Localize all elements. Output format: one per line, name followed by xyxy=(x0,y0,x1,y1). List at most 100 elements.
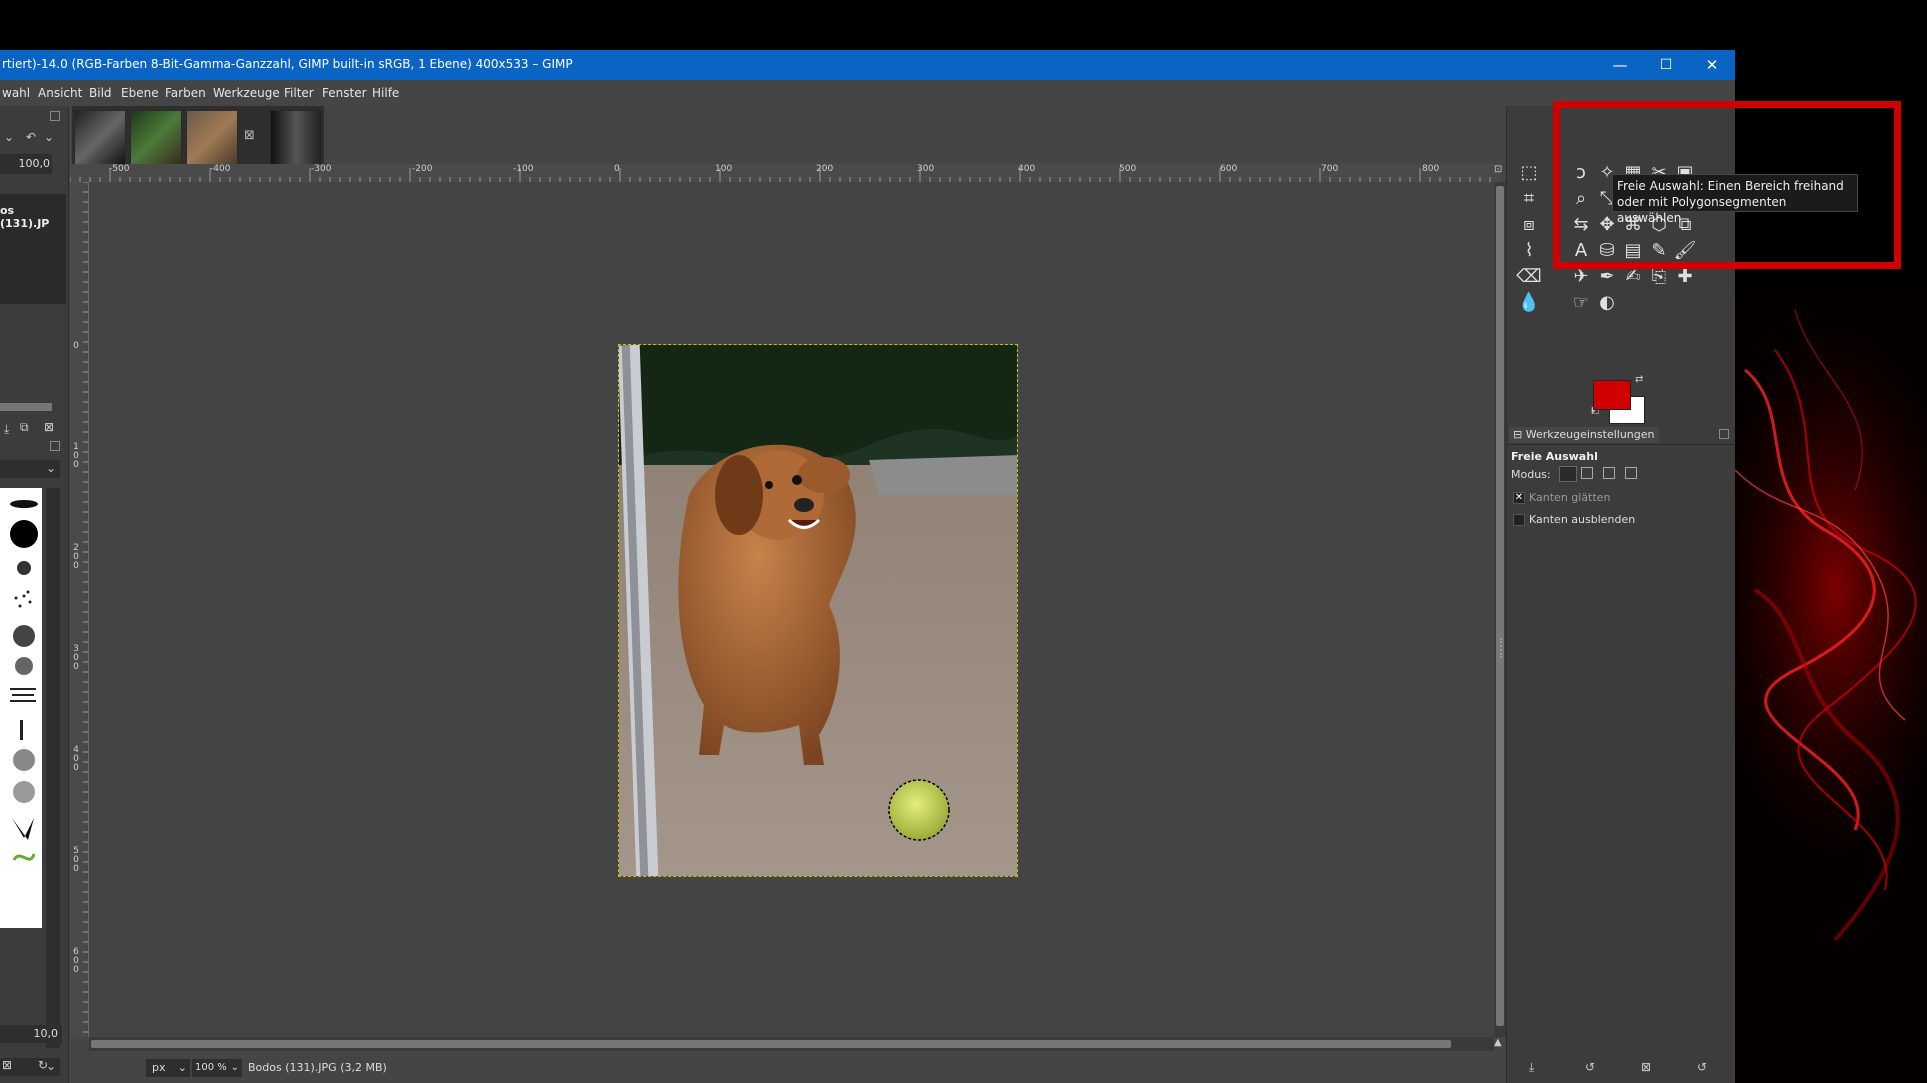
ruler-label: 0 xyxy=(614,164,620,174)
horizontal-ruler[interactable]: -500 -400 -300 -200 -100 0 100 200 300 400 500 600 7… xyxy=(70,164,1500,183)
menu-windows[interactable]: Fenster xyxy=(322,86,367,100)
close-button[interactable]: ✕ xyxy=(1689,50,1735,80)
ruler-label: 300 xyxy=(917,164,935,174)
zoom-fit-icon[interactable]: ⊡ xyxy=(1494,164,1506,182)
image-tab-thumbnail[interactable] xyxy=(186,110,238,166)
layer-name[interactable]: os (131).JP xyxy=(0,204,66,230)
zoom-select[interactable]: 100 % ⌄ xyxy=(192,1059,242,1077)
dock-menu-icon[interactable] xyxy=(1719,429,1729,439)
dock-resize-handle[interactable] xyxy=(1500,638,1506,658)
foreground-color-swatch[interactable] xyxy=(1593,380,1631,410)
delete-icon[interactable]: ⊠ xyxy=(2,1058,12,1072)
file-info: Bodos (131).JPG (3,2 MB) xyxy=(248,1061,387,1074)
menu-bar: wahl Ansicht Bild Ebene Farben Werkzeuge… xyxy=(0,80,1735,106)
scroll-thumb[interactable] xyxy=(1496,186,1504,1026)
tool-name: Freie Auswahl xyxy=(1511,450,1598,463)
menu-select[interactable]: wahl xyxy=(2,86,30,100)
ruler-label: 200 xyxy=(816,164,834,174)
brush-filter-select[interactable]: ⌄ xyxy=(0,460,60,478)
chevron-down-icon: ⌄ xyxy=(177,1061,187,1074)
unit-select[interactable]: px ⌄ xyxy=(146,1059,190,1077)
brushes-scrollbar[interactable] xyxy=(46,488,60,1048)
mode-add-button[interactable] xyxy=(1581,467,1593,479)
crop-icon[interactable]: ⌗ xyxy=(1515,184,1543,212)
canvas-horizontal-scrollbar[interactable] xyxy=(89,1037,1494,1051)
maximize-button[interactable]: ☐ xyxy=(1643,50,1689,80)
horizontal-scrollbar[interactable] xyxy=(0,403,52,411)
feather-checkbox[interactable] xyxy=(1513,514,1525,526)
window-title: rtiert)-14.0 (RGB-Farben 8-Bit-Gamma-Gan… xyxy=(2,57,573,71)
mode-replace-button[interactable] xyxy=(1559,466,1577,482)
gimp-window: rtiert)-14.0 (RGB-Farben 8-Bit-Gamma-Gan… xyxy=(0,50,1735,1083)
red-highlight-box xyxy=(1553,101,1901,269)
paths-icon[interactable]: ⌇ xyxy=(1515,236,1543,264)
close-tab-icon[interactable]: ⊠ xyxy=(244,128,255,143)
dock-menu-icon[interactable] xyxy=(50,111,60,121)
status-bar: px ⌄ 100 % ⌄ Bodos (131).JPG (3,2 MB) xyxy=(70,1051,1510,1083)
menu-filters[interactable]: Filter xyxy=(284,86,314,100)
ruler-label: 4 0 0 xyxy=(73,745,79,773)
blur-icon[interactable]: 💧 xyxy=(1515,288,1543,316)
undo-icon[interactable]: ↶ xyxy=(26,130,42,146)
dock-menu-icon[interactable] xyxy=(50,441,60,451)
tool-options-tab-bar: ⊟ Werkzeugeinstellungen xyxy=(1507,426,1735,445)
ruler-label: -100 xyxy=(513,164,534,174)
swap-colors-icon[interactable]: ⇄ xyxy=(1635,374,1643,385)
ruler-label: 400 xyxy=(1018,164,1036,174)
save-options-icon[interactable]: ⤓ xyxy=(1529,1060,1534,1075)
delete-icon[interactable]: ⊠ xyxy=(44,420,54,434)
ruler-label: 6 0 0 xyxy=(73,947,79,975)
vertical-ruler[interactable]: 0 1 0 0 2 0 0 3 0 0 4 0 0 5 0 0 6 0 0 xyxy=(70,182,89,1037)
perspective-icon[interactable]: ⧈ xyxy=(1515,210,1543,238)
mode-subtract-button[interactable] xyxy=(1603,467,1615,479)
dodge-icon[interactable]: ◐ xyxy=(1593,288,1621,316)
smudge-icon[interactable]: ☞ xyxy=(1567,288,1595,316)
menu-image[interactable]: Bild xyxy=(89,86,112,100)
rect-select-icon[interactable]: ⬚ xyxy=(1515,158,1543,186)
ruler-label: 600 xyxy=(1220,164,1238,174)
wallpaper xyxy=(1735,290,1927,1083)
layer-down-icon[interactable]: ⤓ xyxy=(4,422,9,437)
ruler-label: -400 xyxy=(210,164,231,174)
minimize-button[interactable]: — xyxy=(1597,50,1643,80)
menu-layer[interactable]: Ebene xyxy=(121,86,159,100)
duplicate-icon[interactable]: ⧉ xyxy=(20,420,29,435)
mode-intersect-button[interactable] xyxy=(1625,467,1637,479)
menu-help[interactable]: Hilfe xyxy=(372,86,399,100)
antialias-checkbox[interactable]: ✕ xyxy=(1513,492,1525,504)
ruler-label: 800 xyxy=(1422,164,1440,174)
ruler-label: 0 xyxy=(73,341,79,351)
chevron-down-icon[interactable]: ⌄ xyxy=(4,130,24,146)
ruler-label: 700 xyxy=(1321,164,1339,174)
left-dock: ⌄ ↶ ⌄ 100,0 os (131).JP ⤓ ⧉ ⊠ ⌄ ⌄ xyxy=(0,106,69,1083)
tool-options-tab-label: Werkzeugeinstellungen xyxy=(1525,428,1655,441)
tab-icon: ⊟ xyxy=(1513,428,1523,441)
title-bar[interactable]: rtiert)-14.0 (RGB-Farben 8-Bit-Gamma-Gan… xyxy=(0,50,1735,80)
image-tab-thumbnail[interactable] xyxy=(130,110,182,166)
eraser-icon[interactable]: ⌫ xyxy=(1515,262,1543,290)
menu-tools[interactable]: Werkzeuge xyxy=(213,86,280,100)
menu-colors[interactable]: Farben xyxy=(165,86,206,100)
delete-options-icon[interactable]: ⊠ xyxy=(1641,1060,1651,1074)
canvas-vertical-scrollbar[interactable] xyxy=(1494,182,1506,1037)
menu-view[interactable]: Ansicht xyxy=(38,86,82,100)
refresh-icon[interactable]: ↻ xyxy=(38,1058,48,1072)
chevron-down-icon[interactable]: ⌄ xyxy=(44,130,60,146)
feather-label: Kanten ausblenden xyxy=(1529,513,1636,526)
image-tab-thumbnail[interactable] xyxy=(74,110,126,166)
opacity-field[interactable]: 100,0 xyxy=(0,154,52,174)
layers-list: os (131).JP xyxy=(0,194,66,304)
scroll-thumb[interactable] xyxy=(91,1040,1451,1048)
brush-size-field[interactable]: 10,0 xyxy=(0,1025,62,1043)
brushes-grid[interactable] xyxy=(0,488,42,928)
ruler-label: 2 0 0 xyxy=(73,543,79,571)
reset-options-icon[interactable]: ↺ xyxy=(1697,1060,1707,1074)
image-tab-thumbnail[interactable] xyxy=(270,110,322,166)
tool-options-tab[interactable]: ⊟ Werkzeugeinstellungen xyxy=(1509,427,1659,443)
zoom-value: 100 % xyxy=(195,1062,227,1073)
ruler-label: -200 xyxy=(412,164,433,174)
dog-photo[interactable] xyxy=(618,344,1018,877)
ruler-label: 3 0 0 xyxy=(73,644,79,672)
ruler-label: 100 xyxy=(715,164,733,174)
restore-options-icon[interactable]: ↺ xyxy=(1585,1060,1595,1074)
